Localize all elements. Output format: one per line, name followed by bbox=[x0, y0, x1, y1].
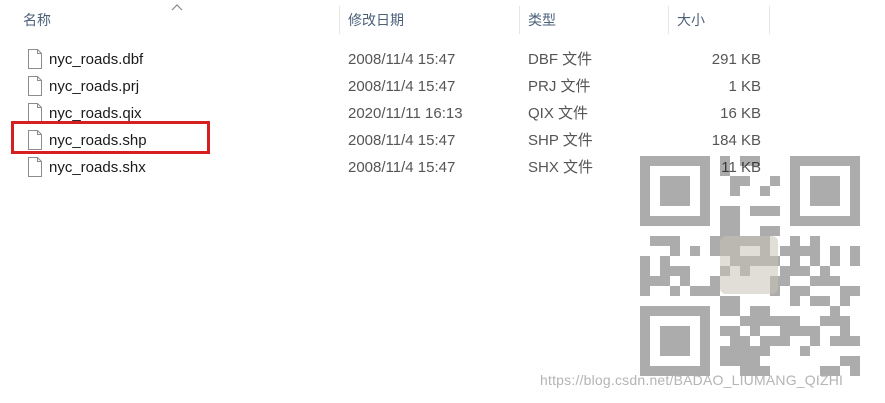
file-modified: 2008/11/4 15:47 bbox=[348, 132, 456, 149]
file-modified: 2008/11/4 15:47 bbox=[348, 159, 456, 176]
file-size: 291 KB bbox=[711, 51, 761, 68]
file-size: 184 KB bbox=[711, 132, 761, 149]
column-header-size[interactable]: 大小 bbox=[670, 0, 768, 40]
file-icon bbox=[28, 130, 42, 150]
column-divider[interactable] bbox=[769, 6, 770, 34]
file-size: 1 KB bbox=[728, 78, 761, 95]
column-divider[interactable] bbox=[339, 6, 340, 34]
column-header-type[interactable]: 类型 bbox=[521, 0, 667, 40]
file-row[interactable]: nyc_roads.shp 2008/11/4 15:47 SHP 文件 184… bbox=[0, 127, 885, 154]
column-header-name[interactable]: 名称 bbox=[16, 0, 338, 40]
file-name: nyc_roads.qix bbox=[49, 105, 142, 122]
file-type: DBF 文件 bbox=[528, 51, 593, 68]
column-divider[interactable] bbox=[668, 6, 669, 34]
file-row[interactable]: nyc_roads.qix 2020/11/11 16:13 QIX 文件 16… bbox=[0, 100, 885, 127]
file-icon bbox=[28, 76, 42, 96]
watermark-text: https://blog.csdn.net/BADAO_LIUMANG_QIZH… bbox=[540, 372, 844, 388]
column-divider[interactable] bbox=[519, 6, 520, 34]
file-type: PRJ 文件 bbox=[528, 78, 591, 95]
file-name: nyc_roads.dbf bbox=[49, 51, 144, 68]
file-name: nyc_roads.prj bbox=[49, 78, 140, 95]
file-type: SHP 文件 bbox=[528, 132, 593, 149]
file-type: QIX 文件 bbox=[528, 105, 589, 122]
file-icon bbox=[28, 157, 42, 177]
file-row[interactable]: nyc_roads.prj 2008/11/4 15:47 PRJ 文件 1 K… bbox=[0, 73, 885, 100]
column-header-bar: 名称 修改日期 类型 大小 bbox=[0, 0, 885, 40]
file-name: nyc_roads.shp bbox=[49, 132, 147, 149]
file-modified: 2008/11/4 15:47 bbox=[348, 78, 456, 95]
avatar bbox=[720, 236, 778, 294]
file-row[interactable]: nyc_roads.dbf 2008/11/4 15:47 DBF 文件 291… bbox=[0, 46, 885, 73]
file-name: nyc_roads.shx bbox=[49, 159, 146, 176]
file-icon bbox=[28, 103, 42, 123]
file-modified: 2008/11/4 15:47 bbox=[348, 51, 456, 68]
column-header-modified[interactable]: 修改日期 bbox=[341, 0, 518, 40]
file-icon bbox=[28, 49, 42, 69]
file-size: 16 KB bbox=[720, 105, 761, 122]
file-modified: 2020/11/11 16:13 bbox=[348, 105, 463, 122]
file-type: SHX 文件 bbox=[528, 159, 594, 176]
